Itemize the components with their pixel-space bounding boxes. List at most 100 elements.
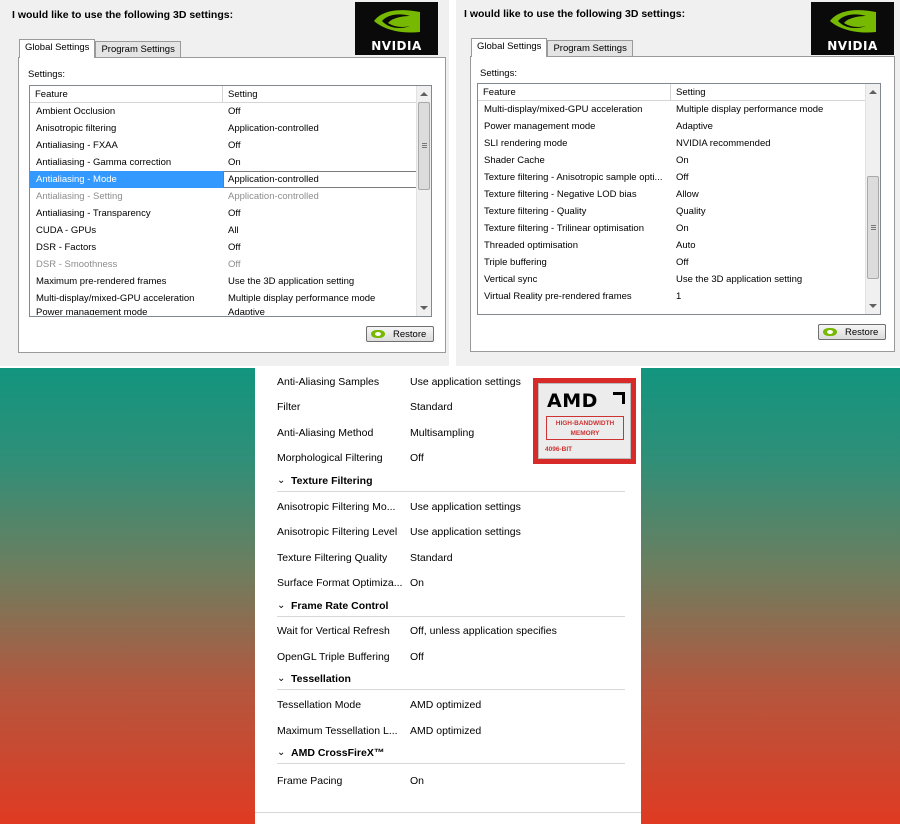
feature-cell: Texture filtering - Quality (484, 206, 587, 217)
feature-cell: Texture filtering - Trilinear optimisati… (484, 223, 644, 234)
column-header-feature[interactable]: Feature (30, 86, 223, 102)
tab-program-settings[interactable]: Program Settings (95, 41, 181, 58)
table-row[interactable]: Antialiasing - Setting Application-contro… (30, 188, 431, 205)
table-row[interactable]: Antialiasing - Transparency Off (30, 205, 431, 222)
setting-cell: Application-controlled (228, 123, 319, 134)
column-header-feature[interactable]: Feature (478, 84, 671, 100)
setting-name: Tessellation Mode (277, 698, 362, 711)
setting-cell: Application-controlled (228, 191, 319, 202)
table-row[interactable]: Virtual Reality pre-rendered frames 1 (478, 288, 880, 305)
scroll-up-arrow-icon[interactable] (420, 92, 428, 96)
feature-cell: Texture filtering - Negative LOD bias (484, 189, 637, 200)
scroll-down-arrow-icon[interactable] (420, 306, 428, 310)
table-row[interactable]: Power management mode Adaptive (478, 118, 880, 135)
setting-row[interactable]: Frame Pacing On (277, 768, 627, 793)
table-row[interactable]: Shader Cache On (478, 152, 880, 169)
section-title: Frame Rate Control (291, 599, 389, 612)
table-row[interactable]: Maximum pre-rendered frames Use the 3D ap… (30, 273, 431, 290)
restore-icon (823, 328, 837, 336)
section-crossfirex[interactable]: ⌄ AMD CrossFireX™ (277, 742, 625, 764)
table-row[interactable]: Antialiasing - FXAA Off (30, 137, 431, 154)
setting-cell: Off (228, 259, 241, 270)
setting-cell: Allow (676, 189, 699, 200)
table-row[interactable]: Antialiasing - Gamma correction On (30, 154, 431, 171)
feature-cell: Power management mode (36, 307, 148, 315)
setting-value[interactable]: On (410, 577, 627, 589)
vertical-scrollbar[interactable] (865, 84, 880, 314)
setting-cell: Off (676, 172, 689, 183)
amd-arrow-icon (613, 392, 625, 404)
setting-cell: Adaptive (228, 307, 265, 315)
restore-button[interactable]: Restore (366, 326, 434, 342)
table-row[interactable]: Texture filtering - Negative LOD bias All… (478, 186, 880, 203)
chevron-down-icon: ⌄ (277, 673, 286, 684)
setting-row[interactable]: Texture Filtering Quality Standard (277, 545, 627, 570)
setting-name: Filter (277, 400, 301, 413)
tab-global-settings[interactable]: Global Settings (19, 39, 96, 58)
feature-cell: Multi-display/mixed-GPU acceleration (36, 293, 195, 304)
column-header-setting[interactable]: Setting (671, 84, 711, 100)
column-header-setting[interactable]: Setting (223, 86, 263, 102)
feature-cell: Antialiasing - Setting (36, 191, 123, 202)
table-row[interactable]: Power management mode Adaptive (30, 307, 431, 315)
setting-cell: Quality (676, 206, 706, 217)
scroll-thumb[interactable] (867, 176, 879, 279)
setting-row[interactable]: Tessellation Mode AMD optimized (277, 692, 627, 717)
setting-value[interactable]: Use application settings (410, 526, 627, 538)
setting-row[interactable]: Anisotropic Filtering Mo... Use applicati… (277, 494, 627, 519)
nvidia-settings-panel-left: I would like to use the following 3D set… (0, 0, 449, 366)
table-row[interactable]: CUDA - GPUs All (30, 222, 431, 239)
setting-value[interactable]: Off (410, 651, 627, 663)
vertical-scrollbar[interactable] (416, 86, 431, 316)
restore-label: Restore (845, 326, 879, 338)
table-row[interactable]: Texture filtering - Quality Quality (478, 203, 880, 220)
restore-button[interactable]: Restore (818, 324, 886, 340)
table-row[interactable]: SLI rendering mode NVIDIA recommended (478, 135, 880, 152)
setting-cell: Adaptive (676, 121, 713, 132)
scroll-thumb[interactable] (418, 102, 430, 190)
section-frame-rate-control[interactable]: ⌄ Frame Rate Control (277, 595, 625, 617)
scroll-up-arrow-icon[interactable] (869, 90, 877, 94)
table-row[interactable]: Texture filtering - Trilinear optimisati… (478, 220, 880, 237)
setting-value[interactable]: AMD optimized (410, 725, 627, 737)
setting-row[interactable]: Maximum Tessellation L... AMD optimized (277, 718, 627, 743)
table-row[interactable]: Threaded optimisation Auto (478, 237, 880, 254)
table-row[interactable]: Multi-display/mixed-GPU acceleration Mult… (30, 290, 431, 307)
setting-value[interactable]: Off, unless application specifies (410, 625, 627, 637)
table-row[interactable]: Texture filtering - Anisotropic sample o… (478, 169, 880, 186)
feature-cell: Anisotropic filtering (36, 123, 117, 134)
table-row[interactable]: Triple buffering Off (478, 254, 880, 271)
scroll-down-arrow-icon[interactable] (869, 304, 877, 308)
feature-cell: Multi-display/mixed-GPU acceleration (484, 104, 643, 115)
table-row[interactable]: DSR - Smoothness Off (30, 256, 431, 273)
setting-row[interactable]: Surface Format Optimiza... On (277, 570, 627, 595)
table-row[interactable]: Vertical sync Use the 3D application sett… (478, 271, 880, 288)
setting-value[interactable]: Standard (410, 552, 627, 564)
setting-value[interactable]: Use application settings (410, 501, 627, 513)
setting-value[interactable]: AMD optimized (410, 699, 627, 711)
setting-row[interactable]: OpenGL Triple Buffering Off (277, 644, 627, 669)
settings-label: Settings: (28, 69, 65, 80)
table-row[interactable]: Ambient Occlusion Off (30, 103, 431, 120)
feature-cell: Texture filtering - Anisotropic sample o… (484, 172, 663, 183)
table-row-selected[interactable]: Antialiasing - Mode Application-controlle… (30, 171, 431, 188)
feature-cell: SLI rendering mode (484, 138, 568, 149)
tab-program-settings[interactable]: Program Settings (547, 40, 633, 57)
section-texture-filtering[interactable]: ⌄ Texture Filtering (277, 470, 625, 492)
setting-row[interactable]: Anisotropic Filtering Level Use applicati… (277, 519, 627, 544)
section-tessellation[interactable]: ⌄ Tessellation (277, 668, 625, 690)
setting-dropdown[interactable]: Application-controlled (223, 171, 431, 188)
tab-global-settings[interactable]: Global Settings (471, 38, 548, 57)
feature-cell: Triple buffering (484, 257, 547, 268)
table-row[interactable]: DSR - Factors Off (30, 239, 431, 256)
setting-cell: Off (228, 106, 241, 117)
section-title: Tessellation (291, 672, 351, 685)
setting-name: OpenGL Triple Buffering (277, 650, 390, 663)
setting-row[interactable]: Wait for Vertical Refresh Off, unless app… (277, 618, 627, 643)
table-row[interactable]: Anisotropic filtering Application-control… (30, 120, 431, 137)
table-row[interactable]: Multi-display/mixed-GPU acceleration Mult… (478, 101, 880, 118)
nvidia-settings-panel-right: I would like to use the following 3D set… (456, 0, 900, 366)
feature-cell: Maximum pre-rendered frames (36, 276, 167, 287)
setting-value[interactable]: On (410, 775, 627, 787)
panel-heading: I would like to use the following 3D set… (464, 8, 686, 20)
